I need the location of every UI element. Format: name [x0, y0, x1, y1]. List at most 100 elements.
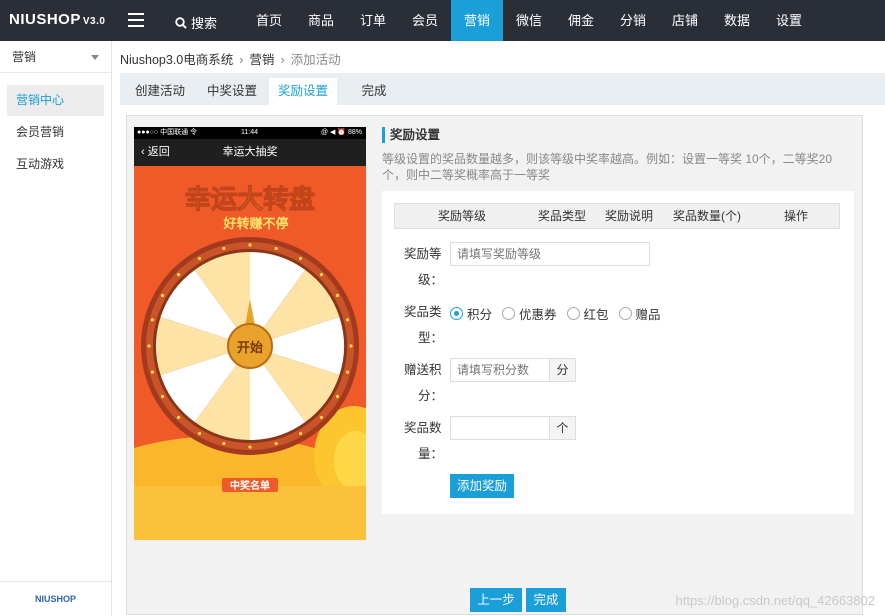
- radio-points[interactable]: 积分: [450, 304, 492, 323]
- nav-item-marketing[interactable]: 营销: [451, 0, 503, 41]
- col-reward-desc: 奖励说明: [605, 209, 654, 223]
- search-label: 搜索: [191, 16, 218, 31]
- reward-level-input[interactable]: [450, 242, 650, 266]
- wheel-rim-light: [335, 394, 340, 399]
- nav-item-settings[interactable]: 设置: [763, 0, 815, 41]
- wheel-rim-light: [319, 415, 324, 420]
- status-time: 11:44: [241, 129, 258, 136]
- type-label: 奖品类: [404, 299, 442, 325]
- breadcrumb-separator-icon: ›: [239, 53, 244, 67]
- wheel-rim-light: [298, 256, 303, 261]
- points-input[interactable]: [450, 358, 550, 382]
- radio-coupon-label: 优惠券: [519, 308, 557, 322]
- wheel-rim-light: [349, 344, 353, 348]
- sidebar-item-member-marketing[interactable]: 会员营销: [7, 117, 104, 148]
- nav-item-members[interactable]: 会员: [399, 0, 451, 41]
- radio-coupon[interactable]: 优惠券: [502, 304, 557, 323]
- col-reward-level: 奖励等级: [438, 209, 487, 223]
- wheel-rim-light: [298, 431, 303, 436]
- sidebar: 营销 营销中心 会员营销 互动游戏 NIUSHOP: [0, 41, 112, 616]
- wheel-rim-light: [197, 431, 202, 436]
- chevron-down-icon: [91, 55, 99, 60]
- phone-status-bar: ●●●○○ 中国联通 令 11:44 @ ◀ ⏰ 88%: [134, 127, 366, 139]
- sidebar-module-label: 营销: [12, 50, 37, 64]
- wheel-rim-light: [150, 318, 155, 322]
- wheel-rim-light: [345, 370, 350, 374]
- points-label-line2: 分：: [418, 389, 444, 403]
- wheel-rim-light: [150, 370, 155, 374]
- status-battery: @ ◀ ⏰ 88%: [320, 129, 362, 136]
- qty-label-cont: 量：: [418, 441, 443, 467]
- nav-item-shop[interactable]: 店铺: [659, 0, 711, 41]
- breadcrumb-separator-icon: ›: [280, 53, 285, 67]
- finish-button[interactable]: 完成: [526, 588, 566, 612]
- wheel-rim-light: [274, 246, 278, 251]
- section-description: 等级设置的奖品数量越多，则该等级中奖率越高。例如：设置一等奖 10个，二等奖20…: [382, 152, 833, 182]
- phone-preview: ●●●○○ 中国联通 令 11:44 @ ◀ ⏰ 88% 幸运大抽奖 ‹ 返回 …: [134, 127, 366, 540]
- tab-prize-settings[interactable]: 中奖设置: [200, 78, 264, 105]
- wheel-rim-light: [319, 272, 324, 277]
- nav-item-home[interactable]: 首页: [243, 0, 295, 41]
- level-label-cont: 级：: [418, 267, 443, 293]
- nav-item-distribution[interactable]: 分销: [607, 0, 659, 41]
- points-unit: 分: [549, 358, 576, 382]
- wheel-rim-light: [197, 256, 202, 261]
- wheel-start-button[interactable]: 开始: [237, 340, 263, 356]
- nav-item-goods[interactable]: 商品: [295, 0, 347, 41]
- wheel-rim-light: [176, 415, 181, 420]
- wheel-rim-light: [160, 394, 165, 399]
- radio-checked-icon: [450, 307, 463, 320]
- breadcrumb-marketing[interactable]: 营销: [249, 53, 274, 67]
- sidebar-item-marketing-center[interactable]: 营销中心: [7, 85, 104, 116]
- radio-points-label: 积分: [467, 308, 493, 322]
- points-label-line1: 赠送积: [404, 363, 442, 377]
- add-reward-button[interactable]: 添加奖励: [450, 474, 514, 498]
- type-label-line2: 型：: [418, 331, 444, 345]
- step-tabs: 创建活动 中奖设置 奖励设置 完成: [120, 73, 885, 105]
- main-nav: 首页 商品 订单 会员 营销 微信 佣金 分销 店铺 数据 设置: [243, 0, 815, 41]
- points-label-cont: 分：: [418, 383, 443, 409]
- type-label-cont: 型：: [418, 325, 443, 351]
- radio-unchecked-icon: [566, 307, 580, 320]
- wheel-rim-light: [176, 272, 181, 277]
- section-title: 奖励设置: [382, 127, 440, 143]
- tab-finish[interactable]: 完成: [346, 78, 402, 105]
- brand-name: NIUSHOP: [9, 11, 81, 28]
- level-label-line2: 级：: [418, 273, 444, 287]
- wheel-rim-light: [147, 344, 151, 348]
- radio-red-packet[interactable]: 红包: [566, 304, 609, 323]
- tab-create-activity[interactable]: 创建活动: [128, 78, 192, 105]
- nav-item-commission[interactable]: 佣金: [555, 0, 607, 41]
- nav-item-wechat[interactable]: 微信: [503, 0, 555, 41]
- winners-list-label[interactable]: 中奖名单: [230, 479, 270, 492]
- phone-back-button[interactable]: ‹ 返回: [141, 139, 170, 166]
- sidebar-module-select[interactable]: 营销: [0, 41, 111, 73]
- tab-reward-settings[interactable]: 奖励设置: [269, 78, 337, 105]
- nav-item-data[interactable]: 数据: [711, 0, 763, 41]
- points-label: 赠送积: [404, 357, 442, 383]
- top-nav-bar: NIUSHOP V3.0 搜索 首页 商品 订单 会员 营销 微信 佣金 分销 店…: [0, 0, 885, 41]
- search-button[interactable]: 搜索: [175, 13, 217, 32]
- radio-gift[interactable]: 赠品: [618, 304, 661, 323]
- hamburger-menu-icon[interactable]: [128, 13, 144, 27]
- breadcrumb-current: 添加活动: [290, 53, 341, 67]
- reward-form-card: 奖励等级 奖品类型 奖励说明 奖品数量(个) 操作 奖励等 级： 奖品类 型： …: [382, 191, 854, 514]
- brand-logo[interactable]: NIUSHOP V3.0: [9, 11, 105, 28]
- col-prize-type: 奖品类型: [538, 209, 587, 223]
- banner-sub-text: 好转赚不停: [222, 216, 288, 232]
- breadcrumb-home[interactable]: Niushop3.0电商系统: [120, 53, 233, 67]
- radio-unchecked-icon: [618, 307, 632, 320]
- reward-table-header: 奖励等级 奖品类型 奖励说明 奖品数量(个) 操作: [394, 203, 840, 229]
- prize-qty-input[interactable]: [450, 416, 550, 440]
- wheel-rim-light: [222, 246, 226, 251]
- brand-version: V3.0: [82, 16, 106, 27]
- breadcrumb: Niushop3.0电商系统 › 营销 › 添加活动: [120, 49, 341, 68]
- prize-type-radio-group: 积分 优惠券 红包 赠品: [450, 304, 671, 323]
- wheel-rim-light: [160, 293, 165, 298]
- qty-unit: 个: [549, 416, 576, 440]
- prev-step-button[interactable]: 上一步: [470, 588, 522, 612]
- sidebar-footer-logo: NIUSHOP: [0, 581, 111, 616]
- nav-item-orders[interactable]: 订单: [347, 0, 399, 41]
- sidebar-item-interactive-games[interactable]: 互动游戏: [7, 149, 104, 180]
- qty-label-line2: 量：: [418, 447, 444, 461]
